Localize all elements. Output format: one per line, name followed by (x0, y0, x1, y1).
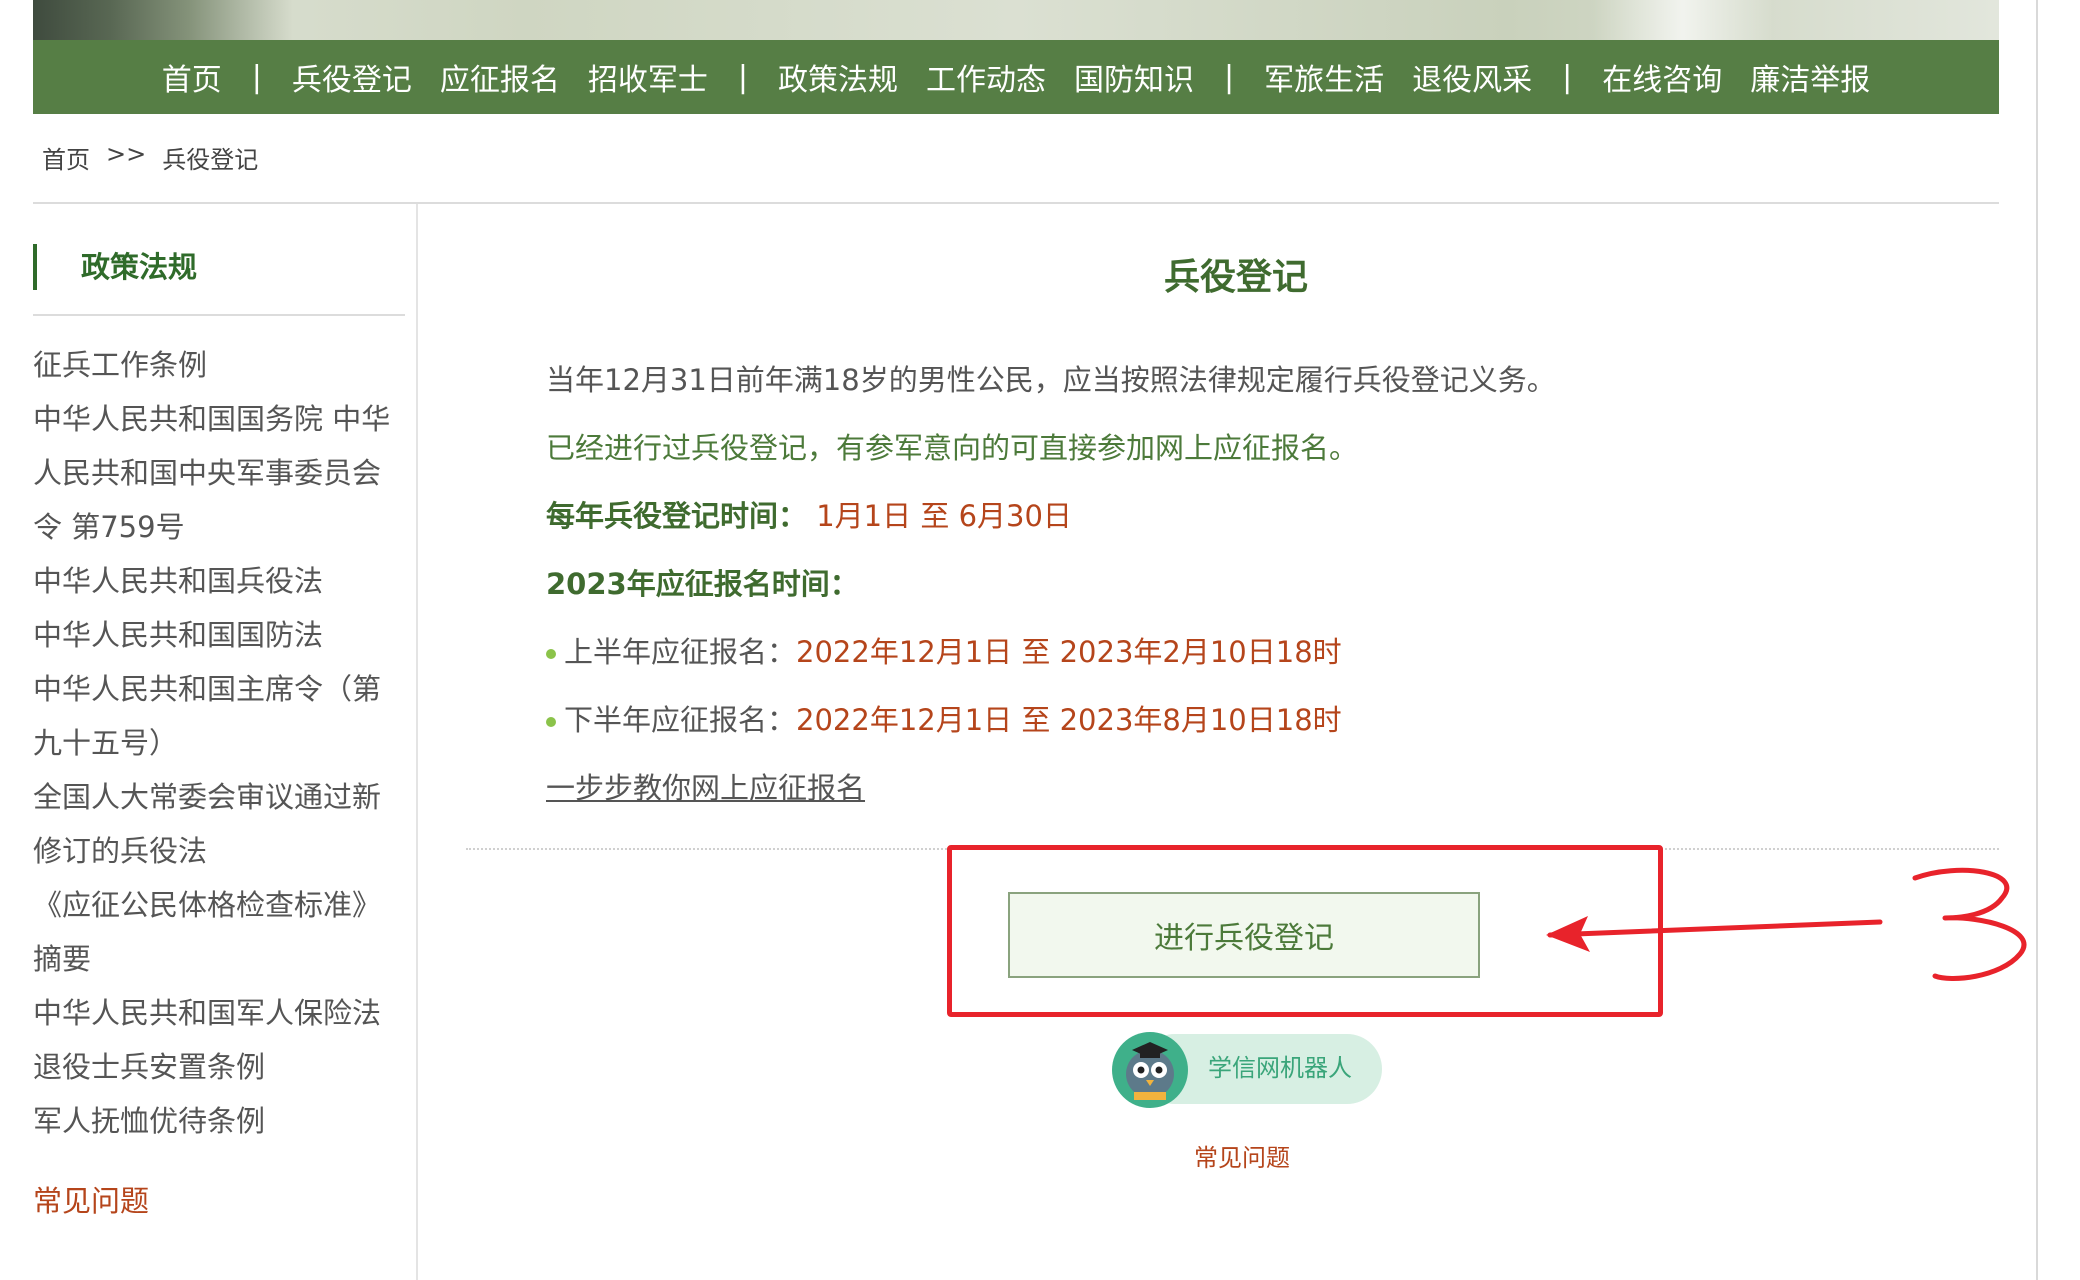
main-content: 当年12月31日前年满18岁的男性公民，应当按照法律规定履行兵役登记义务。 已经… (546, 346, 1966, 822)
sidebar-item[interactable]: 摘要 (33, 932, 405, 986)
sidebar-item[interactable]: 征兵工作条例 (33, 338, 405, 392)
sidebar-link-list: 征兵工作条例 中华人民共和国国务院 中华 人民共和国中央军事委员会令 第759号 中华… (33, 338, 405, 1148)
guide-link-row: 一步步教你网上应征报名 (546, 754, 1966, 822)
direct-enlist-text: 已经进行过兵役登记，有参军意向的可直接参加网上应征报名。 (546, 431, 1359, 465)
nav-item-1[interactable]: 兵役登记 (278, 55, 426, 99)
breadcrumb-separator: >> (106, 140, 147, 168)
enlist-period-heading-row: 2023年应征报名时间： (546, 550, 1966, 618)
sidebar-item[interactable]: 军人抚恤优待条例 (33, 1094, 405, 1148)
first-half-enlist-label: 上半年应征报名： (564, 635, 797, 669)
nav-item-7[interactable]: 军旅生活 (1250, 55, 1398, 99)
bullet-dot-icon (546, 649, 556, 659)
bullet-dot-icon (546, 717, 556, 727)
breadcrumb: 首页 >> 兵役登记 (42, 140, 258, 175)
annotation-number-three (1912, 867, 2027, 981)
online-enlist-guide-link[interactable]: 一步步教你网上应征报名 (546, 771, 865, 805)
red-arrow-annotation (1546, 867, 2027, 981)
page-title: 兵役登记 (1163, 257, 1308, 298)
chsi-robot-widget[interactable]: 学信网机器人 (1110, 1030, 1382, 1108)
sidebar-faq-link[interactable]: 常见问题 (33, 1174, 149, 1228)
sidebar-title: 政策法规 (33, 244, 197, 290)
owl-robot-icon (1112, 1032, 1188, 1108)
nav-separator: | (737, 59, 748, 95)
sidebar-title-divider (33, 314, 405, 316)
nav-item-2[interactable]: 应征报名 (426, 55, 574, 99)
sidebar-item[interactable]: 中华人民共和国国务院 中华 (33, 392, 405, 446)
registration-period-label: 每年兵役登记时间： (546, 499, 808, 533)
sidebar-item[interactable]: 中华人民共和国兵役法 (33, 554, 405, 608)
banner-soldiers-image (33, 0, 293, 40)
nav-separator: | (1562, 59, 1573, 95)
sidebar-item[interactable]: 《应征公民体格检查标准》 (33, 878, 405, 932)
nav-item-6[interactable]: 国防知识 (1060, 55, 1208, 99)
nav-item-4[interactable]: 政策法规 (764, 55, 912, 99)
second-half-enlist-value: 2022年12月1日 至 2023年8月10日18时 (796, 703, 1342, 737)
faq-link[interactable]: 常见问题 (1194, 1138, 1290, 1173)
breadcrumb-current: 兵役登记 (162, 146, 259, 174)
nav-separator: | (251, 59, 262, 95)
nav-item-0[interactable]: 首页 (148, 55, 236, 99)
second-half-enlist-row: 下半年应征报名：2022年12月1日 至 2023年8月10日18时 (546, 686, 1966, 754)
sidebar-item[interactable]: 中华人民共和国国防法 (33, 608, 405, 662)
breadcrumb-divider (33, 202, 1999, 204)
first-half-enlist-row: 上半年应征报名：2022年12月1日 至 2023年2月10日18时 (546, 618, 1966, 686)
nav-item-10[interactable]: 廉洁举报 (1736, 55, 1884, 99)
second-half-enlist-label: 下半年应征报名： (564, 703, 797, 737)
sidebar-item[interactable]: 中华人民共和国军人保险法 (33, 986, 405, 1040)
banner-light-streak (1593, 0, 1773, 40)
registration-period-value: 1月1日 至 6月30日 (816, 499, 1072, 533)
sidebar-item[interactable]: 退役士兵安置条例 (33, 1040, 405, 1094)
sidebar-right-border (416, 204, 418, 1280)
nav-item-3[interactable]: 招收军士 (574, 55, 722, 99)
main-nav-bar: 首页 | 兵役登记 应征报名 招收军士 | 政策法规 工作动态 国防知识 | 军旅生活 退役风采 | 在线… (33, 40, 1999, 114)
header-banner-image (33, 0, 1999, 40)
first-half-enlist-value: 2022年12月1日 至 2023年2月10日18时 (796, 635, 1342, 669)
registration-period-row: 每年兵役登记时间： 1月1日 至 6月30日 (546, 482, 1966, 550)
nav-item-5[interactable]: 工作动态 (912, 55, 1060, 99)
sidebar-item[interactable]: 九十五号） (33, 716, 405, 770)
breadcrumb-home-link[interactable]: 首页 (42, 140, 90, 175)
sidebar-item[interactable]: 人民共和国中央军事委员会 (33, 446, 405, 500)
sidebar-item[interactable]: 修订的兵役法 (33, 824, 405, 878)
nav-separator: | (1224, 59, 1235, 95)
page-right-border (2036, 0, 2038, 1280)
registration-requirement-text: 当年12月31日前年满18岁的男性公民，应当按照法律规定履行兵役登记义务。 (546, 363, 1556, 397)
annotation-arrow-shaft (1547, 919, 1883, 938)
sidebar-item[interactable]: 全国人大常委会审议通过新 (33, 770, 405, 824)
sidebar-item[interactable]: 中华人民共和国主席令（第 (33, 662, 405, 716)
sidebar-item[interactable]: 令 第759号 (33, 500, 405, 554)
enlist-period-heading: 2023年应征报名时间： (546, 567, 859, 601)
nav-item-8[interactable]: 退役风采 (1398, 55, 1546, 99)
robot-label: 学信网机器人 (1208, 1054, 1352, 1082)
nav-item-9[interactable]: 在线咨询 (1588, 55, 1736, 99)
